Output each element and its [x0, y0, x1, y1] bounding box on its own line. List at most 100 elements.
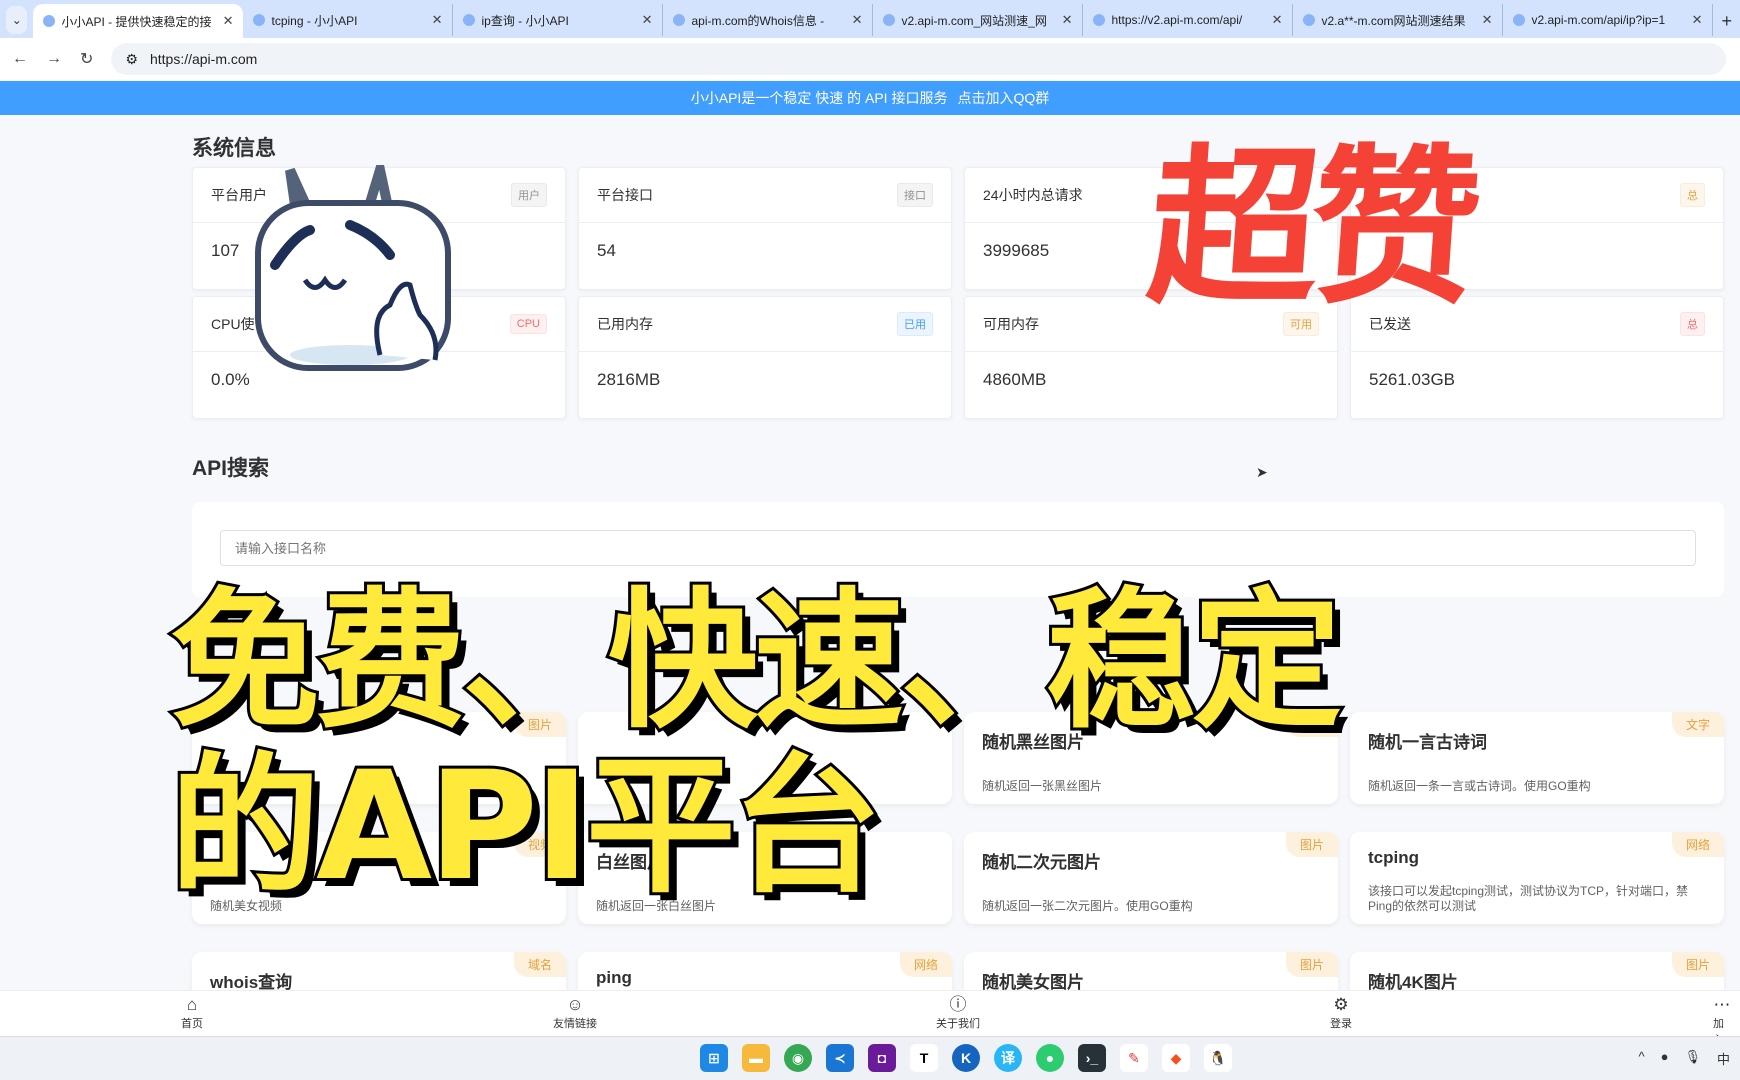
nav-home[interactable]: ⌂ 首页 — [181, 995, 203, 1031]
close-tab-icon[interactable]: ✕ — [852, 12, 863, 28]
api-search-title: API搜索 — [192, 457, 270, 480]
stat-label: CPU使 — [211, 316, 255, 332]
stat-value: 54 — [597, 241, 616, 260]
close-tab-icon[interactable]: ✕ — [1062, 12, 1073, 28]
nav-login[interactable]: ⚙ 登录 — [1330, 995, 1352, 1031]
api-tag: 网络 — [1671, 832, 1724, 857]
browser-tab[interactable]: tcping - 小小API ✕ — [243, 4, 454, 36]
terminal-icon[interactable]: ›_ — [1078, 1044, 1106, 1072]
browser-tab[interactable]: v2.api-m.com/api/ip?ip=1 ✕ — [1503, 4, 1714, 36]
join-qq-link[interactable]: 点击加入QQ群 — [957, 88, 1049, 108]
nav-label: 首页 — [181, 1018, 203, 1030]
api-card[interactable]: 图片随机二次元图片随机返回一张二次元图片。使用GO重构 — [964, 832, 1338, 924]
api-name: ping — [596, 968, 632, 987]
translate-icon[interactable]: 译 — [994, 1044, 1022, 1072]
tab-title: v2.api-m.com/api/ip?ip=1 — [1531, 13, 1666, 27]
close-tab-icon[interactable]: ✕ — [1482, 12, 1493, 28]
wechat-icon[interactable]: ● — [1036, 1044, 1064, 1072]
vscode-icon[interactable]: ≺ — [826, 1044, 854, 1072]
url-text: https://api-m.com — [149, 51, 258, 67]
overlay-badge-text: 超赞 — [1141, 130, 1480, 328]
mascot-illustration — [255, 165, 451, 371]
favicon-icon — [43, 15, 56, 27]
api-tag: 图片 — [1671, 952, 1724, 977]
tab-search-button[interactable]: ⌄ — [6, 6, 28, 34]
close-tab-icon[interactable]: ✕ — [1272, 12, 1283, 28]
tab-title: v2.a**-m.com网站测速结果 — [1321, 13, 1466, 28]
close-tab-icon[interactable]: ✕ — [642, 12, 653, 28]
api-name: 随机二次元图片 — [982, 853, 1101, 872]
stat-tag: 用户 — [511, 183, 547, 207]
api-desc: 随机返回一张二次元图片。使用GO重构 — [982, 899, 1193, 913]
typora-icon[interactable]: T — [910, 1044, 938, 1072]
stat-label: 24小时内总请求 — [983, 187, 1083, 203]
jetbrains-icon[interactable]: ◘ — [868, 1044, 896, 1072]
close-tab-icon[interactable]: ✕ — [223, 13, 234, 29]
nav-label: 友情链接 — [553, 1018, 597, 1030]
api-tag: 图片 — [1285, 952, 1338, 977]
favicon-icon — [883, 14, 896, 26]
pen-icon[interactable]: ✎ — [1120, 1044, 1148, 1072]
browser-tab[interactable]: https://v2.api-m.com/api/ ✕ — [1083, 4, 1294, 36]
mouse-cursor-icon: ➤ — [1256, 464, 1268, 480]
forward-icon[interactable]: → — [46, 50, 62, 68]
url-field[interactable]: ⚙ https://api-m.com — [111, 43, 1726, 75]
stat-tag: CPU — [509, 314, 547, 334]
k-app-icon[interactable]: K — [952, 1044, 980, 1072]
tab-title: v2.api-m.com_网站测速_网 — [901, 13, 1047, 28]
home-icon: ⌂ — [186, 995, 198, 1014]
browser-tab[interactable]: ip查询 - 小小API ✕ — [453, 4, 664, 36]
api-card[interactable]: 网络 tcping 该接口可以发起tcping测试，测试协议为TCP，针对端口，禁P… — [1350, 832, 1724, 924]
stat-tag: 总 — [1680, 183, 1705, 207]
api-tag: 图片 — [1285, 832, 1338, 857]
overlay-headline-2: 的API平台 — [167, 737, 885, 917]
api-tag: 文字 — [1671, 712, 1724, 737]
nav-about[interactable]: ⓘ 关于我们 — [936, 995, 980, 1031]
user-icon: ☺ — [566, 995, 584, 1014]
favicon-icon — [253, 14, 266, 26]
tab-title: api-m.com的Whois信息 - — [691, 13, 825, 28]
tab-title: ip查询 - 小小API — [481, 13, 569, 28]
stat-value: 5261.03GB — [1369, 370, 1456, 389]
bottom-nav: ⌂首页 ☺友情链接 ⓘ关于我们 ⚙登录 ⋯加入群聊 — [0, 990, 1740, 1078]
favicon-icon — [463, 14, 476, 26]
stat-label: 可用内存 — [983, 316, 1039, 332]
stat-label: 已用内存 — [597, 316, 653, 332]
chrome-icon[interactable]: ◉ — [784, 1044, 812, 1072]
system-info-title: 系统信息 — [192, 137, 276, 160]
git-icon[interactable]: ◆ — [1162, 1044, 1190, 1072]
chat-icon: ⋯ — [1713, 995, 1731, 1014]
nav-friend-links[interactable]: ☺ 友情链接 — [553, 995, 597, 1031]
tray-chevron-icon[interactable]: ^ — [1639, 1049, 1645, 1068]
api-desc: 随机返回一条一言或古诗词。使用GO重构 — [1368, 779, 1591, 793]
start-icon[interactable]: ⊞ — [700, 1044, 728, 1072]
ime-indicator[interactable]: 中 — [1717, 1049, 1730, 1068]
stat-tag: 已用 — [897, 312, 933, 336]
tab-bar: ⌄ 小小API - 提供快速稳定的接 ✕ tcping - 小小API ✕ ip查询 -… — [0, 0, 1740, 38]
stat-value: 4860MB — [983, 370, 1047, 389]
browser-tab[interactable]: api-m.com的Whois信息 - ✕ — [663, 4, 874, 36]
reload-icon[interactable]: ↻ — [80, 49, 93, 69]
info-icon: ⓘ — [949, 995, 967, 1014]
close-tab-icon[interactable]: ✕ — [1692, 12, 1703, 28]
browser-tab[interactable]: v2.a**-m.com网站测速结果 ✕ — [1293, 4, 1504, 36]
nav-label: 关于我们 — [936, 1018, 980, 1030]
favicon-icon — [673, 14, 686, 26]
favicon-icon — [1093, 14, 1106, 26]
back-icon[interactable]: ← — [12, 50, 28, 68]
browser-tab[interactable]: v2.api-m.com_网站测速_网 ✕ — [873, 4, 1084, 36]
close-tab-icon[interactable]: ✕ — [432, 12, 443, 28]
site-settings-icon[interactable]: ⚙ — [125, 51, 138, 68]
qq-icon[interactable]: 🐧 — [1204, 1044, 1232, 1072]
browser-tab[interactable]: 小小API - 提供快速稳定的接 ✕ — [33, 4, 244, 38]
api-name: 随机一言古诗词 — [1368, 733, 1487, 752]
nav-label: 登录 — [1330, 1018, 1352, 1030]
stat-value: 2816MB — [597, 370, 661, 389]
microphone-icon[interactable]: 🎙 — [1684, 1049, 1701, 1068]
api-card[interactable]: 文字随机一言古诗词随机返回一条一言或古诗词。使用GO重构 — [1350, 712, 1724, 804]
address-bar: ← → ↻ ⚙ https://api-m.com — [0, 38, 1740, 80]
file-explorer-icon[interactable]: ▬ — [742, 1044, 770, 1072]
new-tab-button[interactable]: + — [1713, 11, 1740, 38]
stat-label: 平台接口 — [597, 187, 653, 203]
tray-qq-icon[interactable]: ● — [1661, 1049, 1669, 1068]
